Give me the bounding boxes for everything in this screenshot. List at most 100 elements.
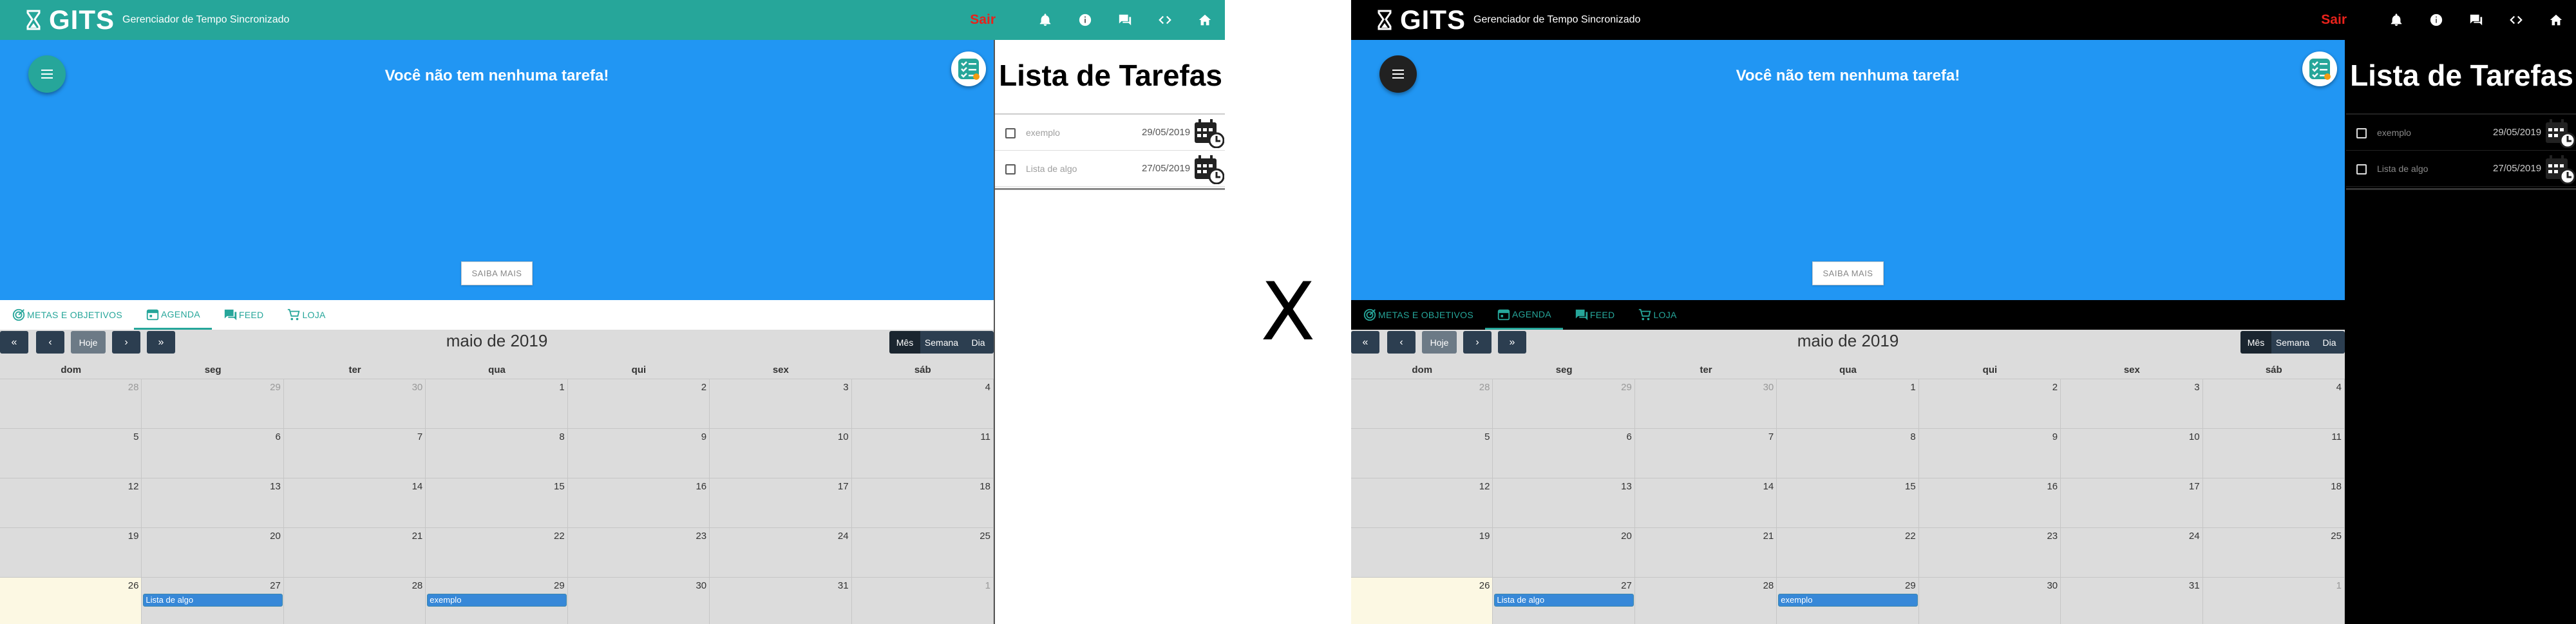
chat-icon[interactable]	[1105, 0, 1145, 40]
day-cell[interactable]: 1	[426, 379, 568, 428]
calendar-event[interactable]: exemplo	[427, 594, 567, 607]
day-cell[interactable]: 2	[567, 379, 710, 428]
task-checkbox[interactable]	[2356, 128, 2367, 138]
day-cell[interactable]: 31	[2061, 577, 2203, 624]
calendar-event[interactable]: Lista de algo	[143, 594, 283, 607]
day-cell[interactable]: 29	[142, 379, 284, 428]
task-list-toggle-button[interactable]	[2302, 52, 2337, 86]
day-cell[interactable]: 1	[1777, 379, 1919, 428]
day-cell[interactable]: 5	[1351, 428, 1493, 478]
day-cell[interactable]: 21	[283, 527, 426, 577]
day-cell[interactable]: 25	[2202, 527, 2345, 577]
day-cell[interactable]: 20	[1493, 527, 1635, 577]
day-cell[interactable]: 9	[567, 428, 710, 478]
day-cell[interactable]: 3	[2061, 379, 2203, 428]
view-week-button[interactable]: Semana	[2271, 331, 2314, 354]
day-cell[interactable]: 28	[283, 577, 426, 624]
task-item[interactable]: Lista de algo 27/05/2019	[995, 151, 1225, 187]
calendar-clock-icon[interactable]	[1193, 155, 1224, 184]
day-cell[interactable]: 13	[1493, 478, 1635, 527]
day-cell[interactable]: 28	[1634, 577, 1777, 624]
logo[interactable]: GITS Gerenciador de Tempo Sincronizado	[1351, 5, 1640, 35]
chat-icon[interactable]	[2456, 0, 2496, 40]
tab-goals[interactable]: METAS E OBJETIVOS	[0, 300, 134, 330]
view-month-button[interactable]: Mês	[2240, 331, 2271, 354]
info-icon[interactable]	[1065, 0, 1105, 40]
day-cell[interactable]: 5	[0, 428, 142, 478]
day-cell[interactable]: 15	[426, 478, 568, 527]
code-icon[interactable]	[2496, 0, 2536, 40]
day-cell[interactable]: 7	[283, 428, 426, 478]
day-cell[interactable]: 22	[1777, 527, 1919, 577]
day-cell[interactable]: 8	[1777, 428, 1919, 478]
day-cell[interactable]: 14	[283, 478, 426, 527]
day-cell[interactable]: 23	[1918, 527, 2061, 577]
task-checkbox[interactable]	[2356, 164, 2367, 175]
day-cell[interactable]: 16	[1918, 478, 2061, 527]
day-cell[interactable]: 23	[567, 527, 710, 577]
day-cell[interactable]: 25	[851, 527, 994, 577]
task-item[interactable]: Lista de algo 27/05/2019	[2346, 151, 2576, 187]
bell-icon[interactable]	[1025, 0, 1065, 40]
day-cell[interactable]: 13	[142, 478, 284, 527]
day-cell[interactable]: 18	[2202, 478, 2345, 527]
day-cell[interactable]: 6	[1493, 428, 1635, 478]
day-cell[interactable]: 8	[426, 428, 568, 478]
task-checkbox[interactable]	[1005, 164, 1016, 175]
day-cell[interactable]: 26	[1351, 577, 1493, 624]
day-cell[interactable]: 24	[2061, 527, 2203, 577]
day-cell[interactable]: 21	[1634, 527, 1777, 577]
view-day-button[interactable]: Dia	[963, 331, 994, 354]
day-cell[interactable]: 16	[567, 478, 710, 527]
day-cell[interactable]: 1	[2202, 577, 2345, 624]
calendar-event[interactable]: exemplo	[1778, 594, 1918, 607]
day-cell[interactable]: 12	[1351, 478, 1493, 527]
day-cell[interactable]: 1	[851, 577, 994, 624]
day-cell[interactable]: 17	[710, 478, 852, 527]
tab-agenda[interactable]: AGENDA	[1484, 300, 1563, 330]
home-icon[interactable]	[1185, 0, 1225, 40]
day-cell[interactable]: 7	[1634, 428, 1777, 478]
tab-feed[interactable]: FEED	[1563, 300, 1627, 330]
view-day-button[interactable]: Dia	[2314, 331, 2345, 354]
day-cell[interactable]: 19	[0, 527, 142, 577]
day-cell[interactable]: 4	[2202, 379, 2345, 428]
day-cell[interactable]: 20	[142, 527, 284, 577]
bell-icon[interactable]	[2376, 0, 2416, 40]
learn-more-button[interactable]: SAIBA MAIS	[1812, 261, 1884, 285]
day-cell[interactable]: 9	[1918, 428, 2061, 478]
day-cell[interactable]: 30	[1918, 577, 2061, 624]
calendar-clock-icon[interactable]	[2544, 118, 2575, 148]
task-item[interactable]: exemplo 29/05/2019	[995, 115, 1225, 151]
day-cell[interactable]: 17	[2061, 478, 2203, 527]
day-cell[interactable]: 31	[710, 577, 852, 624]
day-cell[interactable]: 28	[1351, 379, 1493, 428]
day-cell[interactable]: 10	[710, 428, 852, 478]
day-cell[interactable]: 30	[567, 577, 710, 624]
day-cell[interactable]: 30	[1634, 379, 1777, 428]
logo[interactable]: GITS Gerenciador de Tempo Sincronizado	[0, 5, 289, 35]
day-cell[interactable]: 30	[283, 379, 426, 428]
task-item[interactable]: exemplo 29/05/2019	[2346, 115, 2576, 151]
learn-more-button[interactable]: SAIBA MAIS	[461, 261, 533, 285]
day-cell[interactable]: 3	[710, 379, 852, 428]
tab-store[interactable]: LOJA	[275, 300, 337, 330]
calendar-clock-icon[interactable]	[2544, 155, 2575, 184]
task-list-toggle-button[interactable]	[951, 52, 986, 86]
day-cell[interactable]: 29	[1493, 379, 1635, 428]
day-cell[interactable]: 26	[0, 577, 142, 624]
tab-agenda[interactable]: AGENDA	[133, 300, 212, 330]
day-cell[interactable]: 19	[1351, 527, 1493, 577]
tab-store[interactable]: LOJA	[1626, 300, 1688, 330]
home-icon[interactable]	[2536, 0, 2576, 40]
day-cell[interactable]: 22	[426, 527, 568, 577]
code-icon[interactable]	[1145, 0, 1185, 40]
logout-link[interactable]: Sair	[2321, 12, 2347, 28]
tab-goals[interactable]: METAS E OBJETIVOS	[1351, 300, 1485, 330]
day-cell[interactable]: 4	[851, 379, 994, 428]
calendar-clock-icon[interactable]	[1193, 118, 1224, 148]
day-cell[interactable]: 18	[851, 478, 994, 527]
day-cell[interactable]: 2	[1918, 379, 2061, 428]
day-cell[interactable]: 12	[0, 478, 142, 527]
calendar-event[interactable]: Lista de algo	[1494, 594, 1634, 607]
